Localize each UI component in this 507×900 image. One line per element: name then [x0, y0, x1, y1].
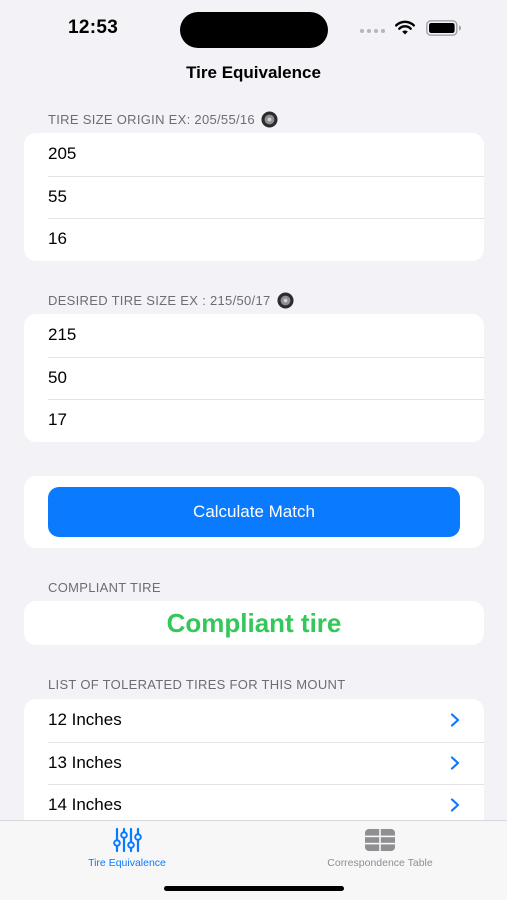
- list-item-label: 14 Inches: [48, 795, 122, 815]
- list-item[interactable]: 13 Inches: [24, 741, 484, 785]
- origin-header-label: TIRE SIZE ORIGIN EX: 205/55/16: [48, 112, 255, 127]
- origin-section-header: TIRE SIZE ORIGIN EX: 205/55/16: [48, 111, 278, 128]
- list-item-label: 13 Inches: [48, 752, 122, 772]
- tab-label: Tire Equivalence: [88, 857, 166, 869]
- list-item[interactable]: 12 Inches: [24, 699, 484, 742]
- dynamic-island: [180, 12, 328, 48]
- table-icon: [365, 829, 395, 851]
- calculate-match-button[interactable]: Calculate Match: [48, 487, 460, 537]
- desired-aspect-input[interactable]: [48, 367, 428, 388]
- origin-width-input[interactable]: [48, 144, 428, 165]
- desired-header-label: DESIRED TIRE SIZE EX : 215/50/17: [48, 293, 271, 308]
- tolerated-section-header: LIST OF TOLERATED TIRES FOR THIS MOUNT: [48, 677, 345, 692]
- tolerated-header-label: LIST OF TOLERATED TIRES FOR THIS MOUNT: [48, 677, 346, 692]
- compliance-result: Compliant tire: [166, 607, 342, 638]
- cellular-signal-icon: [360, 29, 385, 33]
- chevron-right-icon: [450, 713, 460, 727]
- compliance-result-group: Compliant tire: [24, 601, 484, 645]
- compliance-section-header: COMPLIANT TIRE: [48, 580, 161, 595]
- desired-width-row: [24, 314, 484, 357]
- origin-rim-row: [24, 218, 484, 261]
- home-indicator: [164, 886, 344, 891]
- status-bar: 12:53: [0, 0, 507, 58]
- tire-icon: [261, 111, 278, 128]
- wifi-icon: [395, 20, 415, 35]
- origin-aspect-row: [24, 175, 484, 219]
- tab-correspondence-table[interactable]: Correspondence Table: [280, 827, 480, 869]
- sliders-icon: [113, 827, 142, 853]
- desired-section-header: DESIRED TIRE SIZE EX : 215/50/17: [48, 292, 294, 309]
- desired-width-input[interactable]: [48, 325, 428, 346]
- list-item-label: 12 Inches: [48, 710, 122, 730]
- tolerated-list: 12 Inches 13 Inches 14 Inches: [24, 699, 484, 820]
- tire-icon: [276, 292, 294, 309]
- origin-aspect-input[interactable]: [48, 186, 428, 207]
- desired-rim-row: [24, 399, 484, 442]
- origin-size-group: [24, 133, 484, 261]
- compliance-header-label: COMPLIANT TIRE: [48, 580, 161, 595]
- origin-rim-input[interactable]: [48, 229, 428, 250]
- tab-label: Correspondence Table: [327, 857, 433, 869]
- desired-aspect-row: [24, 356, 484, 400]
- tab-tire-equivalence[interactable]: Tire Equivalence: [27, 827, 227, 869]
- screen: 12:53 Tire Equivalence TIRE SIZE ORIGIN …: [0, 0, 507, 900]
- chevron-right-icon: [450, 798, 460, 812]
- list-item[interactable]: 14 Inches: [24, 784, 484, 820]
- calculate-group: Calculate Match: [24, 476, 484, 548]
- desired-rim-input[interactable]: [48, 410, 428, 431]
- desired-size-group: [24, 314, 484, 442]
- battery-icon: [426, 20, 461, 36]
- page-title: Tire Equivalence: [186, 63, 321, 82]
- status-time: 12:53: [68, 17, 119, 38]
- chevron-right-icon: [450, 756, 460, 770]
- origin-width-row: [24, 133, 484, 176]
